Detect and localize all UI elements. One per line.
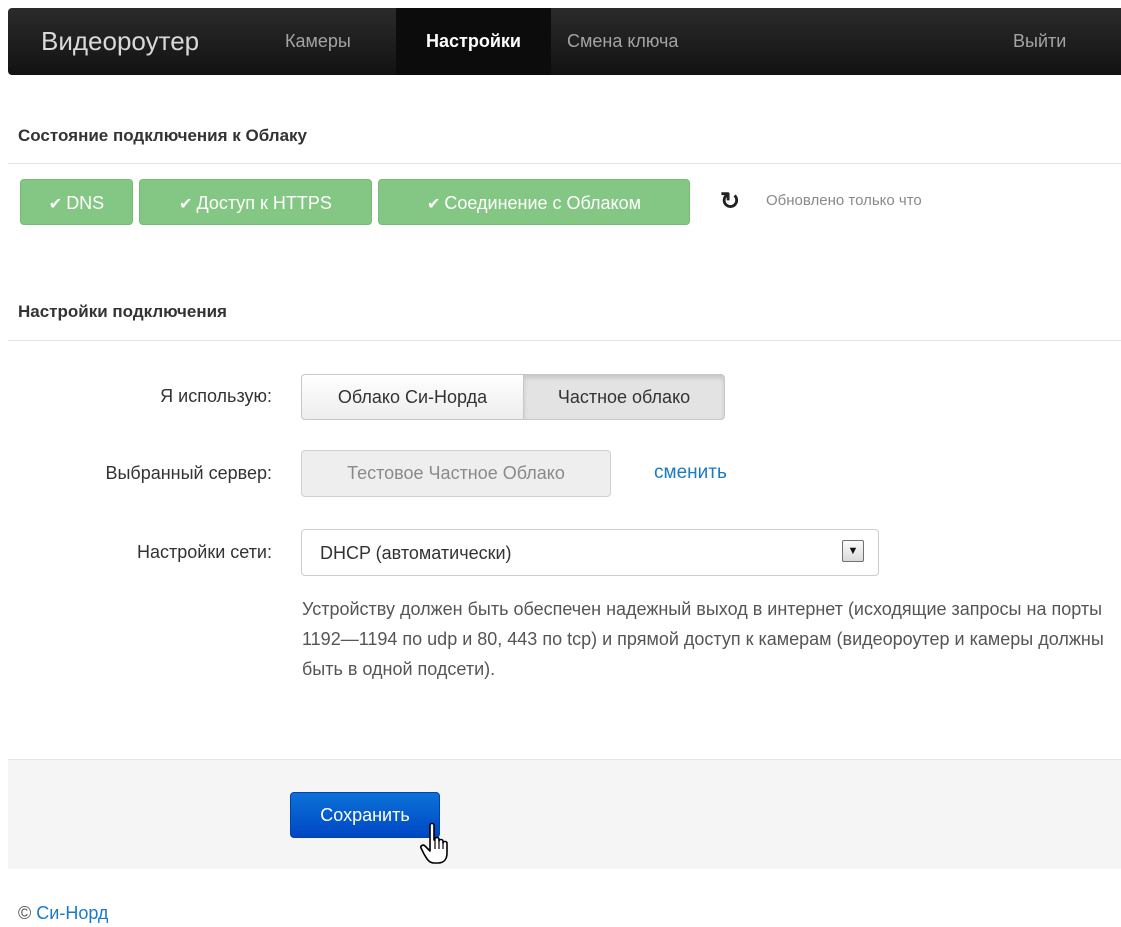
refresh-icon[interactable]: ↻	[716, 188, 744, 216]
network-settings-select[interactable]: DHCP (автоматически) ▼	[301, 529, 879, 576]
private-cloud-option[interactable]: Частное облако	[523, 374, 725, 420]
copyright-symbol: ©	[18, 903, 32, 923]
check-icon: ✔	[426, 196, 441, 213]
connection-section-title: Настройки подключения	[18, 302, 227, 321]
copyright: © Си-Норд	[18, 903, 108, 924]
network-label: Настройки сети:	[137, 542, 272, 562]
network-help-text: Устройству должен быть обеспечен надежны…	[302, 599, 1104, 679]
use-label: Я использую:	[160, 386, 272, 406]
hand-cursor-icon	[420, 822, 448, 864]
check-icon: ✔	[48, 196, 63, 213]
nav-item-settings[interactable]: Настройки	[396, 8, 551, 75]
chevron-down-icon[interactable]: ▼	[842, 540, 864, 562]
status-section-title: Состояние подключения к Облаку	[18, 126, 308, 145]
status-badge-label: DNS	[66, 193, 105, 213]
section-divider	[8, 163, 1121, 164]
nav-item-cameras[interactable]: Камеры	[285, 8, 351, 75]
status-badge-label: Соединение с Облаком	[444, 193, 642, 213]
logout-link[interactable]: Выйти	[1013, 8, 1066, 75]
section-divider	[8, 340, 1121, 341]
status-updated-text: Обновлено только что	[766, 192, 922, 209]
top-navbar: Видеороутер Камеры Настройки Смена ключа…	[8, 8, 1121, 75]
status-badge-https: ✔ Доступ к HTTPS	[139, 179, 372, 225]
server-label: Выбранный сервер:	[105, 463, 272, 483]
status-badge-dns: ✔ DNS	[20, 179, 133, 225]
status-badge-label: Доступ к HTTPS	[196, 193, 332, 213]
company-link[interactable]: Си-Норд	[36, 903, 108, 923]
check-icon: ✔	[179, 196, 193, 213]
form-actions-bar	[8, 759, 1121, 869]
nav-item-change-key[interactable]: Смена ключа	[567, 8, 678, 75]
status-badge-cloud: ✔ Соединение с Облаком	[378, 179, 690, 225]
brand-title[interactable]: Видеороутер	[41, 8, 199, 75]
cloud-sinord-option[interactable]: Облако Си-Норда	[301, 374, 524, 420]
network-settings-value: DHCP (автоматически)	[320, 543, 512, 563]
selected-server-field: Тестовое Частное Облако	[301, 450, 611, 497]
change-server-link[interactable]: сменить	[654, 462, 727, 484]
